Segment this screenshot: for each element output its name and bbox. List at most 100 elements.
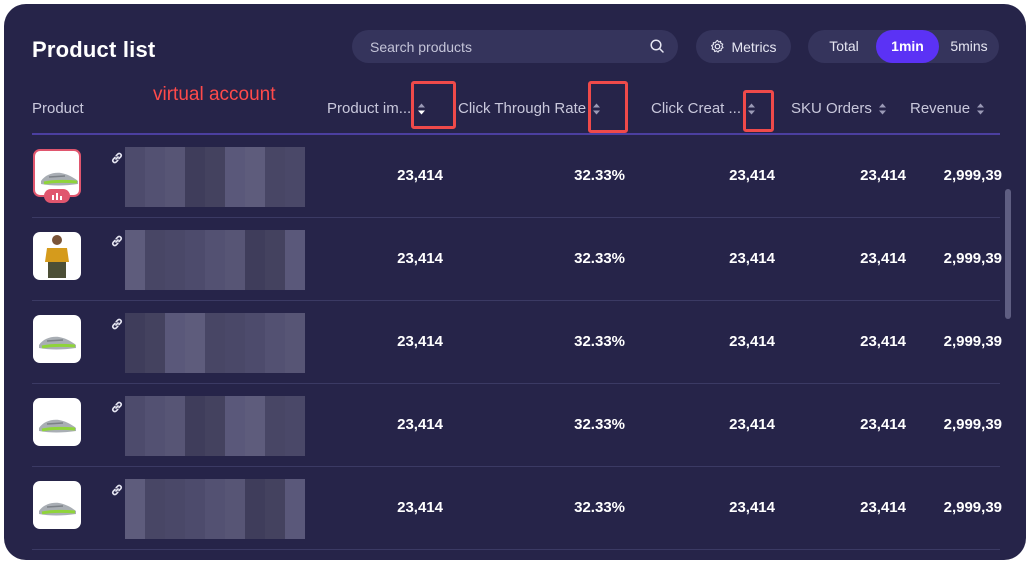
table-row[interactable]: 23,414 32.33% 23,414 23,414 2,999,39 <box>32 218 1002 301</box>
mosaic-cell <box>165 147 185 167</box>
cell-click-through-rate: 32.33% <box>574 167 625 184</box>
cell-click-create-rate: 23,414 <box>729 333 775 350</box>
table-row[interactable]: 23,414 32.33% 23,414 23,414 2,999,39 <box>32 135 1002 218</box>
mosaic-cell <box>165 313 185 333</box>
mosaic-cell <box>225 250 245 270</box>
mosaic-cell <box>265 519 285 539</box>
product-thumbnail[interactable] <box>33 315 81 363</box>
search-icon[interactable] <box>649 38 665 54</box>
sort-icon[interactable] <box>878 102 887 116</box>
mosaic-cell <box>125 147 145 167</box>
mosaic-cell <box>285 396 305 416</box>
mosaic-cell <box>125 499 145 519</box>
mosaic-cell <box>185 396 205 416</box>
mosaic-cell <box>245 147 265 167</box>
mosaic-cell <box>225 313 245 333</box>
mosaic-cell <box>285 353 305 373</box>
mosaic-cell <box>285 230 305 250</box>
mosaic-cell <box>205 147 225 167</box>
blurred-product-name <box>125 479 305 539</box>
mosaic-cell <box>205 333 225 353</box>
mosaic-cell <box>185 230 205 250</box>
mosaic-cell <box>265 353 285 373</box>
mosaic-cell <box>125 187 145 207</box>
sort-icon[interactable] <box>976 102 985 116</box>
column-header-revenue[interactable]: Revenue <box>910 100 985 117</box>
table-row[interactable]: 23,414 32.33% 23,414 23,414 2,999,39 <box>32 301 1002 384</box>
blurred-product-name <box>125 230 305 290</box>
link-icon[interactable] <box>110 400 124 414</box>
product-thumbnail[interactable] <box>33 481 81 529</box>
column-label: Product im... <box>327 100 412 117</box>
cell-sku-orders: 23,414 <box>860 333 906 350</box>
product-thumbnail[interactable] <box>33 398 81 446</box>
mosaic-cell <box>145 167 165 187</box>
row-divider <box>32 549 1000 550</box>
toggle-5mins[interactable]: 5mins <box>939 30 999 63</box>
cell-revenue: 2,999,39 <box>943 167 1002 184</box>
mosaic-cell <box>245 479 265 499</box>
mosaic-cell <box>165 187 185 207</box>
mosaic-cell <box>185 187 205 207</box>
highlight-box <box>411 81 456 129</box>
product-thumbnail[interactable] <box>33 232 81 280</box>
mosaic-cell <box>205 270 225 290</box>
table-row[interactable]: 23,414 32.33% 23,414 23,414 2,999,39 <box>32 384 1002 467</box>
sneaker-image <box>39 502 76 516</box>
toggle-total[interactable]: Total <box>812 30 876 63</box>
blurred-product-name <box>125 147 305 207</box>
mosaic-cell <box>165 230 185 250</box>
column-header-product: Product <box>32 100 84 117</box>
mosaic-cell <box>245 499 265 519</box>
mosaic-cell <box>225 167 245 187</box>
mosaic-cell <box>165 333 185 353</box>
mosaic-cell <box>225 333 245 353</box>
mosaic-cell <box>245 519 265 539</box>
mosaic-cell <box>125 479 145 499</box>
metrics-button[interactable]: Metrics <box>696 30 791 63</box>
mosaic-cell <box>145 519 165 539</box>
mosaic-cell <box>245 396 265 416</box>
column-header-sku-orders[interactable]: SKU Orders <box>791 100 887 117</box>
mosaic-cell <box>165 250 185 270</box>
mosaic-cell <box>285 187 305 207</box>
link-icon[interactable] <box>110 234 124 248</box>
mosaic-cell <box>245 187 265 207</box>
column-label: Revenue <box>910 100 971 117</box>
mosaic-cell <box>225 436 245 456</box>
mosaic-cell <box>145 250 165 270</box>
scrollbar-thumb[interactable] <box>1005 189 1011 319</box>
mosaic-cell <box>265 250 285 270</box>
search-input[interactable] <box>352 30 678 63</box>
mosaic-cell <box>185 313 205 333</box>
mosaic-cell <box>205 499 225 519</box>
mosaic-cell <box>145 230 165 250</box>
mosaic-cell <box>285 479 305 499</box>
cell-product-impressions: 23,414 <box>397 167 443 184</box>
bar-chart-icon <box>52 193 62 200</box>
link-icon[interactable] <box>110 483 124 497</box>
mosaic-cell <box>165 436 185 456</box>
mosaic-cell <box>205 230 225 250</box>
table-row[interactable]: 23,414 32.33% 23,414 23,414 2,999,39 <box>32 467 1002 550</box>
toggle-1min[interactable]: 1min <box>876 30 939 63</box>
mosaic-cell <box>285 416 305 436</box>
column-label: Click Through Rate <box>458 100 587 117</box>
link-icon[interactable] <box>110 151 124 165</box>
mosaic-cell <box>245 250 265 270</box>
column-header-click-create-rate[interactable]: Click Creat ... <box>651 100 756 117</box>
cell-product-impressions: 23,414 <box>397 333 443 350</box>
mosaic-cell <box>185 519 205 539</box>
page-title: Product list <box>32 37 156 62</box>
mosaic-cell <box>205 479 225 499</box>
column-header-click-through-rate[interactable]: Click Through Rate <box>458 100 601 117</box>
column-label: SKU Orders <box>791 100 872 117</box>
mosaic-cell <box>125 333 145 353</box>
mosaic-cell <box>245 313 265 333</box>
mosaic-cell <box>225 353 245 373</box>
mosaic-cell <box>265 436 285 456</box>
mosaic-cell <box>185 479 205 499</box>
mosaic-cell <box>145 147 165 167</box>
link-icon[interactable] <box>110 317 124 331</box>
cell-revenue: 2,999,39 <box>943 416 1002 433</box>
